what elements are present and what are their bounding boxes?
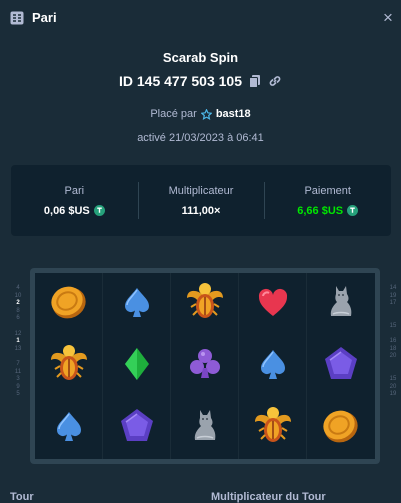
scarab-icon — [251, 404, 295, 453]
gem-icon — [319, 342, 363, 391]
link-icon[interactable] — [268, 74, 282, 88]
payline-number: 8 — [16, 307, 20, 314]
bet-id: ID 145 477 503 105 — [119, 73, 242, 89]
club-icon — [183, 342, 227, 391]
reel-cell — [35, 273, 103, 335]
coin-icon — [47, 280, 91, 329]
reel-board — [30, 268, 380, 464]
reel-cell — [171, 335, 239, 397]
reel-cell — [239, 397, 307, 459]
payline-number — [387, 331, 399, 339]
stat-bet: Pari 0,06 $US — [11, 165, 138, 236]
modal-title: Pari — [32, 10, 57, 25]
bet-stats-panel: Pari 0,06 $US Multiplicateur 111,00× Pai… — [11, 165, 391, 236]
payline-number: 2 — [16, 300, 20, 307]
activated-timestamp: activé 21/03/2023 à 06:41 — [137, 132, 264, 144]
reel-cell — [239, 335, 307, 397]
payline-number: 19 — [389, 391, 397, 398]
reel-cell — [103, 273, 171, 335]
round-multiplier-label: Multiplicateur du Tour — [211, 491, 326, 503]
payline-number: 19 — [389, 292, 397, 299]
bet-id-row: ID 145 477 503 105 — [0, 73, 401, 89]
payline-number: 17 — [389, 300, 397, 307]
payline-number: 15 — [389, 322, 397, 329]
username-link[interactable]: bast18 — [216, 108, 251, 120]
payline-numbers-left: 4 10 2 8 6 12 1 13 7 11 3 9 5 — [12, 285, 24, 399]
close-icon[interactable]: × — [383, 9, 393, 27]
payline-number: 13 — [14, 345, 22, 352]
payline-number — [12, 353, 24, 361]
multiplier-label: Multiplicateur — [168, 184, 234, 197]
reel-cell — [103, 397, 171, 459]
bet-amount-value: 0,06 $US — [43, 204, 90, 217]
cat-icon — [183, 404, 227, 453]
vip-star-icon — [200, 108, 212, 120]
stat-payout: Paiement 6,66 $US — [264, 165, 391, 236]
payline-number — [12, 323, 24, 331]
payline-number: 9 — [16, 383, 20, 390]
payline-number: 20 — [389, 353, 397, 360]
payline-number: 10 — [14, 292, 22, 299]
scarab-icon — [183, 280, 227, 329]
reel-cell — [35, 397, 103, 459]
payout-value: 6,66 $US — [297, 204, 344, 217]
reel-cell — [307, 335, 375, 397]
payline-number: 5 — [16, 391, 20, 398]
gem-icon — [115, 404, 159, 453]
coin-icon — [319, 404, 363, 453]
payline-number — [387, 369, 399, 377]
payout-amount: 6,66 $US — [297, 204, 359, 217]
spade-icon — [251, 342, 295, 391]
payline-number: 4 — [16, 285, 20, 291]
reel-cell — [307, 397, 375, 459]
cat-icon — [319, 280, 363, 329]
payline-number: 11 — [14, 368, 22, 375]
bet-slip-icon — [10, 11, 24, 25]
reel-cell — [239, 273, 307, 335]
payline-number: 14 — [389, 285, 397, 291]
reel-cell — [307, 273, 375, 335]
payline-number: 20 — [389, 383, 397, 390]
copy-icon[interactable] — [248, 74, 262, 88]
payline-number — [387, 361, 399, 369]
payline-number: 15 — [389, 376, 397, 383]
scarab-icon — [47, 342, 91, 391]
modal-header: Pari × — [0, 0, 401, 38]
placed-by-label: Placé par — [150, 108, 197, 120]
payline-number: 16 — [389, 338, 397, 345]
stat-multiplier: Multiplicateur 111,00× — [137, 165, 265, 236]
payline-numbers-right: 14 19 17 15 16 18 20 15 20 19 — [387, 285, 399, 399]
spade-icon — [115, 280, 159, 329]
payline-number: 12 — [14, 330, 22, 337]
payline-number: 1 — [16, 338, 20, 345]
bet-amount-label: Pari — [64, 184, 85, 197]
reel-cell — [171, 397, 239, 459]
payline-number — [387, 315, 399, 323]
placed-by-row: Placé par bast18 — [0, 108, 401, 120]
reel-cell — [35, 335, 103, 397]
heart-icon — [251, 280, 295, 329]
tether-coin-icon — [347, 205, 359, 216]
payline-number — [387, 308, 399, 316]
tether-coin-icon — [93, 205, 105, 216]
spade-icon — [47, 404, 91, 453]
diamond-icon — [115, 342, 159, 391]
reel-cell — [103, 335, 171, 397]
reel-cell — [171, 273, 239, 335]
reel-grid — [35, 273, 375, 459]
round-label: Tour — [10, 491, 34, 503]
payline-number: 7 — [16, 360, 20, 367]
payline-number: 18 — [389, 345, 397, 352]
payline-number: 6 — [16, 315, 20, 322]
payline-number: 3 — [16, 376, 20, 383]
bet-amount: 0,06 $US — [44, 205, 105, 217]
payout-label: Paiement — [304, 184, 351, 197]
multiplier-value: 111,00× — [181, 204, 221, 217]
game-name[interactable]: Scarab Spin — [0, 50, 401, 65]
